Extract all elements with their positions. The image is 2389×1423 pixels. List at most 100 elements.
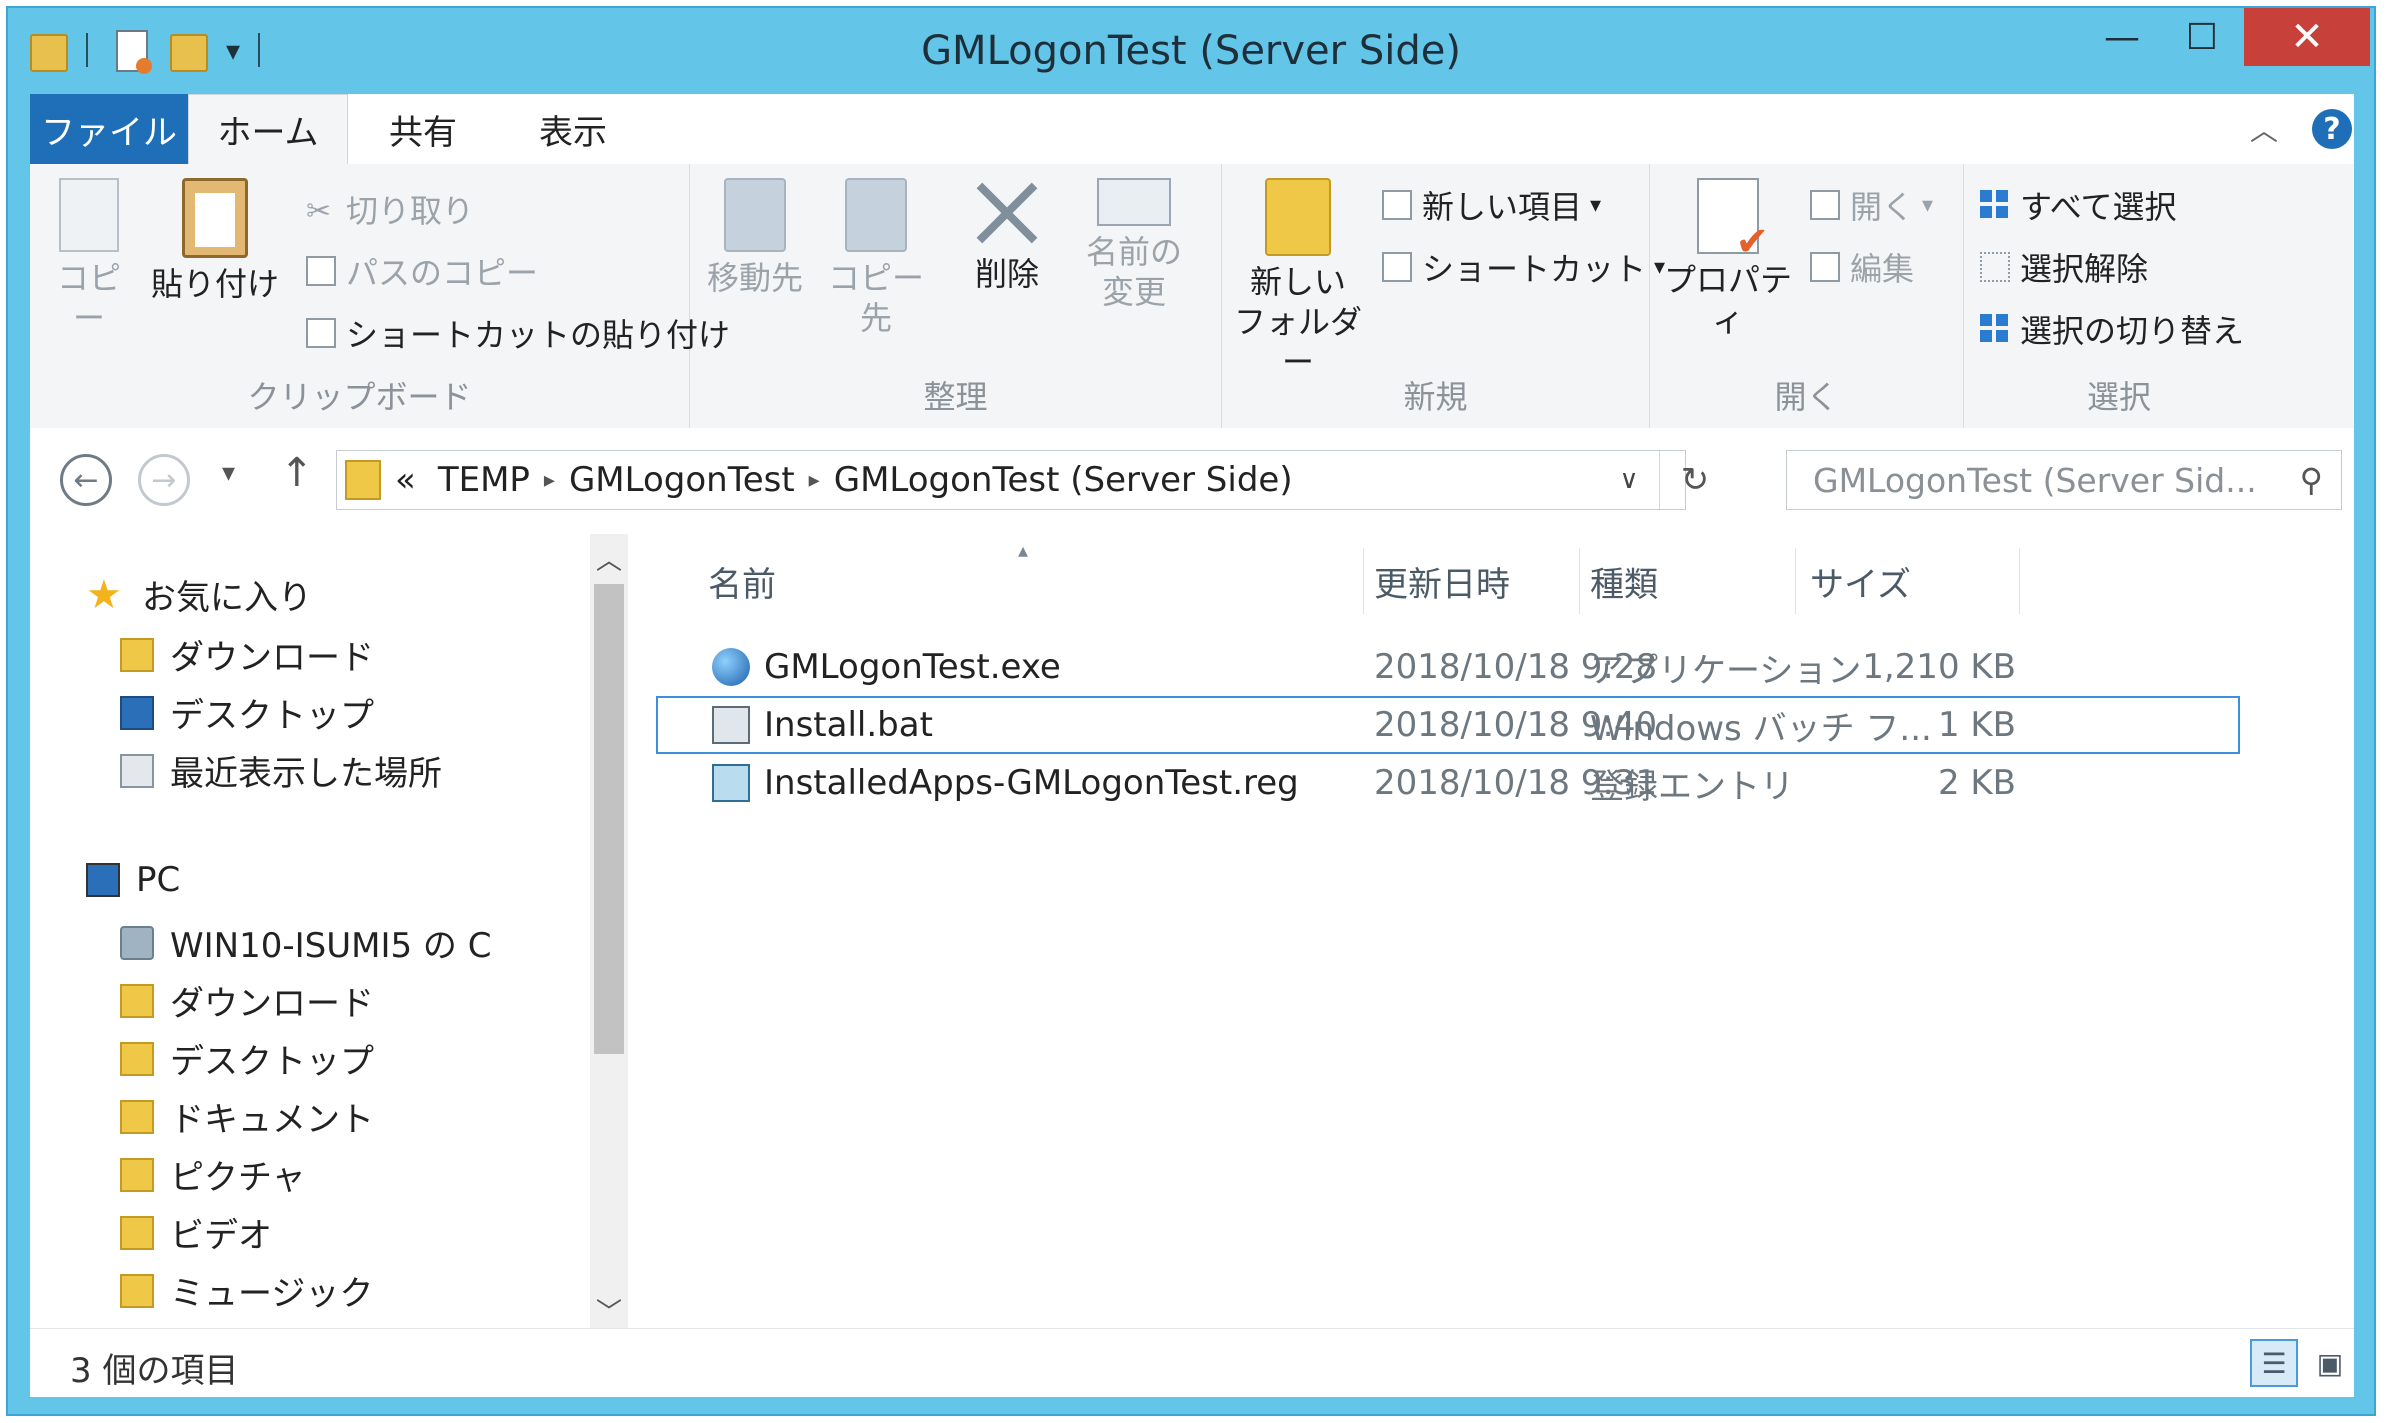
breadcrumb-overflow[interactable]: « [395,460,416,500]
file-name-cell: GMLogonTest.exe [712,638,1061,696]
collapse-ribbon-icon[interactable]: ︿ [2250,94,2278,164]
nav-pc[interactable]: PC [86,860,180,900]
nav-item-pictures[interactable]: ピクチャ [120,1150,306,1199]
nav-item-videos[interactable]: ビデオ [120,1208,272,1257]
copy-path-button[interactable]: パスのコピー [306,248,538,294]
invert-selection-button[interactable]: 選択の切り替え [1980,306,2244,352]
tab-home[interactable]: ホーム [188,94,348,164]
select-none-label: 選択解除 [2020,250,2149,288]
nav-scrollbar[interactable]: ︿ ﹀ [590,534,628,1328]
delete-button[interactable]: 削除 [952,178,1062,294]
paste-button[interactable]: 貼り付け [150,178,280,304]
nav-item-pc-desktop[interactable]: デスクトップ [120,1034,374,1083]
breadcrumb-current[interactable]: GMLogonTest (Server Side) [834,460,1293,500]
move-to-label: 移動先 [706,259,803,297]
column-modified[interactable]: 更新日時 [1364,548,1580,614]
new-item-button[interactable]: 新しい項目 ▾ [1382,182,1601,228]
file-row-selected[interactable]: Install.bat 2018/10/18 9:40 Windows バッチ … [656,696,2240,754]
music-folder-icon [120,1273,154,1308]
search-input[interactable]: GMLogonTest (Server Sid... ⚲ [1786,450,2342,510]
large-icons-view-icon[interactable]: ▣ [2306,1339,2354,1387]
move-to-button[interactable]: 移動先 [700,178,810,298]
edit-icon [1810,252,1840,282]
application-icon [712,648,750,686]
nav-item-desktop[interactable]: デスクトップ [120,688,374,737]
chevron-up-icon[interactable]: ︿ [590,540,628,577]
details-view-icon[interactable]: ☰ [2250,1339,2298,1387]
chevron-right-icon[interactable]: ▸ [544,468,555,493]
nav-item-recent[interactable]: 最近表示した場所 [120,746,442,795]
refresh-icon[interactable]: ↻ [1671,451,1719,509]
forward-button[interactable]: → [138,454,190,506]
chevron-right-icon[interactable]: ▸ [809,468,820,493]
group-label: 整理 [923,378,988,416]
nav-item-music[interactable]: ミュージック [120,1266,373,1315]
properties-button[interactable]: プロパティ [1658,178,1798,340]
new-item-icon [1382,190,1412,220]
copy-to-button[interactable]: コピー先 [816,178,936,338]
title-bar: ▾ GMLogonTest (Server Side) — ☐ ✕ [8,8,2374,94]
breadcrumb-gmlogontest[interactable]: GMLogonTest [569,460,795,500]
open-label: 開く [1850,188,1915,226]
star-icon: ★ [86,571,122,618]
copy-label: コピー [56,259,121,337]
paste-shortcut-button[interactable]: ショートカットの貼り付け [306,310,730,356]
copy-button[interactable]: コピー [44,178,134,338]
recent-locations-icon[interactable]: ▾ [222,458,235,488]
edit-button[interactable]: 編集 [1810,244,1914,290]
address-bar[interactable]: « TEMP ▸ GMLogonTest ▸ GMLogonTest (Serv… [336,450,1709,510]
rename-label-2: 変更 [1101,273,1166,311]
file-name-cell: InstalledApps-GMLogonTest.reg [712,754,1299,812]
select-all-button[interactable]: すべて選択 [1980,182,2176,228]
column-size[interactable]: サイズ [1796,548,2020,614]
nav-favorites[interactable]: ★ お気に入り [86,570,312,619]
up-button[interactable]: ↑ [280,450,314,496]
minimize-button[interactable]: — [2082,8,2162,66]
column-type[interactable]: 種類 [1580,548,1796,614]
file-row[interactable]: GMLogonTest.exe 2018/10/18 9:28 アプリケーション… [656,638,2240,696]
file-size: 1,210 KB [1862,647,2016,687]
nav-item-documents[interactable]: ドキュメント [120,1092,374,1141]
cut-button[interactable]: ✂ 切り取り [306,186,474,232]
nav-item-pc-downloads[interactable]: ダウンロード [120,976,374,1025]
ribbon: コピー 貼り付け ✂ 切り取り パスのコピー ショートカットの貼り付け クリップ… [30,164,2354,429]
close-button[interactable]: ✕ [2244,8,2370,66]
tab-view[interactable]: 表示 [498,94,648,164]
chevron-down-icon[interactable]: ﹀ [590,1292,628,1328]
paste-label: 貼り付け [150,265,279,303]
group-organize: 移動先 コピー先 削除 名前の 変更 整理 [690,164,1222,428]
nav-item-c-drive[interactable]: WIN10-ISUMI5 の C [120,918,491,967]
shortcut-button[interactable]: ショートカット ▾ [1382,244,1665,290]
new-folder-button[interactable]: 新しい フォルダー [1228,178,1368,382]
group-new: 新しい フォルダー 新しい項目 ▾ ショートカット ▾ 新規 [1222,164,1665,428]
tab-share[interactable]: 共有 [348,94,498,164]
download-folder-icon [120,637,154,672]
rename-button[interactable]: 名前の 変更 [1074,178,1194,312]
invert-selection-label: 選択の切り替え [2020,312,2245,350]
chevron-down-icon[interactable]: ∨ [1599,451,1660,509]
select-none-button[interactable]: 選択解除 [1980,244,2148,290]
nav-label: ビデオ [170,1216,272,1256]
new-folder-label-1: 新しい [1249,263,1346,301]
help-icon[interactable]: ? [2312,109,2352,149]
file-row[interactable]: InstalledApps-GMLogonTest.reg 2018/10/18… [656,754,2240,812]
properties-icon [1697,178,1769,262]
nav-label: 最近表示した場所 [170,754,442,794]
tab-file[interactable]: ファイル [30,94,188,164]
maximize-button[interactable]: ☐ [2162,8,2242,66]
column-name[interactable]: 名前 [656,548,1364,614]
move-folder-icon [724,178,786,252]
address-row: ← → ▾ ↑ « TEMP ▸ GMLogonTest ▸ GMLogonTe… [30,428,2354,534]
nav-item-downloads[interactable]: ダウンロード [120,630,374,679]
nav-label: WIN10-ISUMI5 の C [170,926,492,966]
delete-label: 削除 [974,255,1039,293]
search-icon[interactable]: ⚲ [2300,461,2323,499]
file-type: 登録エントリ [1590,766,1794,807]
back-button[interactable]: ← [60,454,112,506]
breadcrumb-temp[interactable]: TEMP [438,460,530,500]
open-button[interactable]: 開く ▾ [1810,182,1933,228]
shortcut-icon [1382,252,1412,282]
search-placeholder: GMLogonTest (Server Sid... [1813,460,2257,500]
status-bar: 3 個の項目 ☰ ▣ [30,1328,2354,1397]
scrollbar-thumb[interactable] [594,584,624,1054]
